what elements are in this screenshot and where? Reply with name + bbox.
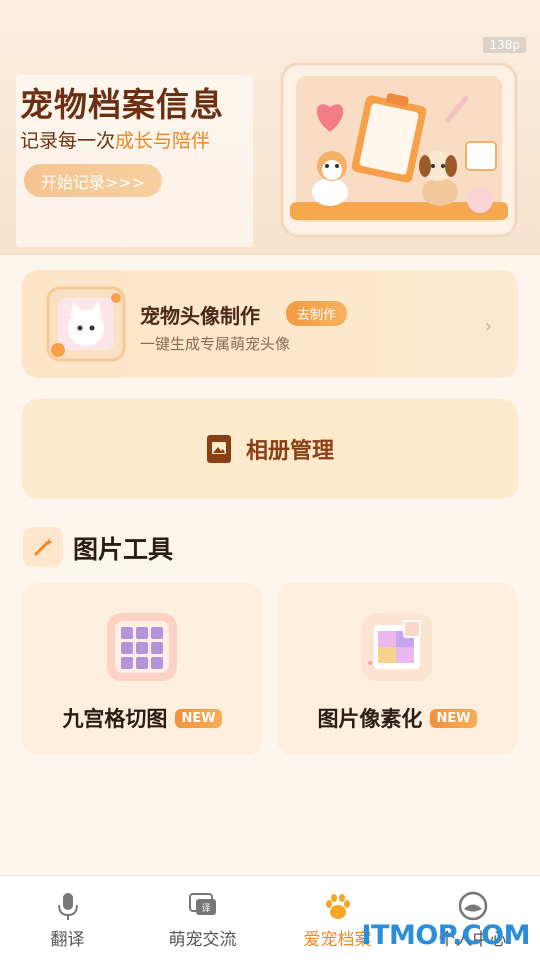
album-label: 相册管理	[245, 439, 334, 464]
hero-subtitle-prefix: 记录每一次	[20, 130, 116, 152]
resolution-badge: 138p	[483, 37, 526, 53]
paw-icon	[325, 894, 350, 919]
avatar-maker-card[interactable]: 宠物头像制作 去制作 一键生成专属萌宠头像 ›	[22, 270, 518, 378]
album-management-button[interactable]: 相册管理	[22, 399, 518, 499]
magic-wand-icon	[23, 527, 63, 567]
pet-shelf-illustration	[280, 62, 518, 238]
nine-grid-icon	[105, 611, 179, 683]
cat-avatar-icon	[44, 284, 128, 364]
avatar-card-title: 宠物头像制作	[140, 304, 260, 328]
hero-banner: 138p 宠物档案信息 记录每一次成长与陪伴 开始记录>>>	[0, 0, 540, 255]
chat-translate-icon: 译	[188, 893, 216, 915]
profile-icon	[458, 891, 487, 921]
grid-cut-tool-card[interactable]: 九宫格切图 NEW	[22, 583, 262, 755]
pixelate-name: 图片像素化	[317, 707, 423, 731]
pixelate-icon	[360, 611, 434, 683]
grid-cut-name: 九宫格切图	[62, 707, 168, 731]
avatar-card-description: 一键生成专属萌宠头像	[140, 335, 291, 353]
svg-text:译: 译	[201, 903, 210, 914]
start-record-button[interactable]: 开始记录>>>	[24, 164, 162, 197]
pixelate-label-row: 图片像素化 NEW	[277, 703, 517, 733]
new-badge: NEW	[175, 708, 222, 728]
hero-title: 宠物档案信息	[20, 85, 224, 124]
go-make-button[interactable]: 去制作	[286, 301, 348, 326]
paw-decoration-icon	[467, 187, 493, 213]
photo-album-icon	[206, 435, 231, 463]
site-watermark: ITMOP.COM	[361, 920, 530, 951]
new-badge: NEW	[430, 708, 477, 728]
hero-subtitle: 记录每一次成长与陪伴	[20, 126, 210, 153]
tools-section-title: 图片工具	[73, 535, 174, 564]
pixelate-tool-card[interactable]: 图片像素化 NEW	[277, 583, 517, 755]
nav-item-translate[interactable]: 翻译	[0, 876, 135, 960]
microphone-icon	[57, 893, 78, 920]
grid-cut-label-row: 九宫格切图 NEW	[22, 703, 262, 733]
nav-item-community[interactable]: 译 萌宠交流	[135, 876, 270, 960]
hero-subtitle-highlight: 成长与陪伴	[115, 130, 211, 152]
chevron-right-icon: ›	[484, 316, 492, 337]
nav-label-translate: 翻译	[50, 930, 85, 950]
nav-label-community: 萌宠交流	[168, 930, 237, 950]
calendar-icon	[465, 141, 497, 171]
